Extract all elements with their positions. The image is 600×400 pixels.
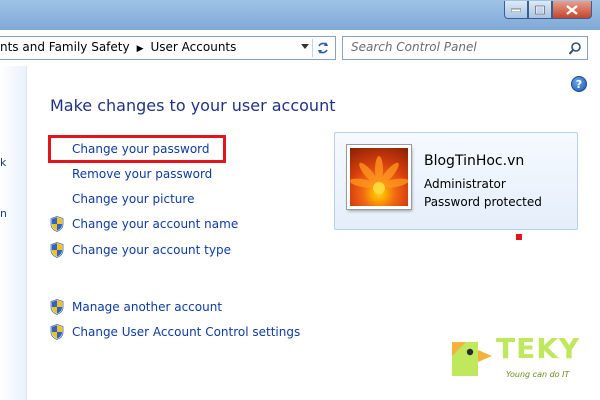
left-pane-text[interactable]: n <box>0 207 7 220</box>
breadcrumb: nts and Family Safety ▶ User Accounts <box>0 40 236 54</box>
uac-shield-icon <box>50 299 64 315</box>
uac-shield-icon <box>50 324 64 340</box>
uac-settings-link[interactable]: Change User Account Control settings <box>72 325 300 339</box>
address-bar[interactable]: nts and Family Safety ▶ User Accounts <box>0 36 336 60</box>
page-title: Make changes to your user account <box>50 96 336 115</box>
content-area: k n ? Make changes to your user account … <box>0 66 600 400</box>
teky-tagline: Young can do IT <box>506 370 570 379</box>
dropdown-arrow-icon[interactable] <box>301 44 309 49</box>
manage-another-account-link[interactable]: Manage another account <box>72 300 222 314</box>
minimize-button[interactable] <box>504 1 528 19</box>
close-button[interactable] <box>552 1 592 19</box>
title-bar <box>0 0 600 30</box>
left-navigation-pane: k n <box>0 66 27 400</box>
breadcrumb-item-family-safety[interactable]: nts and Family Safety <box>0 40 130 54</box>
change-picture-link[interactable]: Change your picture <box>72 192 194 206</box>
uac-shield-icon <box>50 216 64 232</box>
search-input[interactable] <box>351 40 551 54</box>
uac-shield-icon <box>50 242 64 258</box>
teky-logo: TEKY Young can do IT <box>448 332 581 386</box>
teky-duck-logo <box>452 342 492 376</box>
maximize-button[interactable] <box>528 1 552 19</box>
user-avatar[interactable] <box>347 145 411 209</box>
search-box <box>342 36 588 60</box>
help-icon[interactable]: ? <box>571 76 587 92</box>
change-account-type-link[interactable]: Change your account type <box>72 243 231 257</box>
maximize-icon <box>535 5 545 14</box>
search-icon[interactable] <box>569 42 581 55</box>
refresh-icon <box>318 42 328 54</box>
user-account-tile: BlogTinHoc.vn Administrator Password pro… <box>334 132 578 230</box>
user-name: BlogTinHoc.vn <box>424 153 525 169</box>
refresh-button[interactable] <box>312 39 333 57</box>
close-icon <box>566 4 578 15</box>
user-password-status: Password protected <box>424 195 542 209</box>
breadcrumb-separator-icon[interactable]: ▶ <box>137 44 144 54</box>
minimize-icon <box>511 8 521 12</box>
breadcrumb-item-user-accounts[interactable]: User Accounts <box>151 40 237 54</box>
user-role: Administrator <box>424 177 506 191</box>
window-controls <box>504 1 592 19</box>
remove-password-link[interactable]: Remove your password <box>72 167 212 181</box>
teky-brand-text: TEKY <box>496 332 581 365</box>
left-pane-text[interactable]: k <box>0 156 6 169</box>
red-marker <box>516 234 522 240</box>
change-password-link[interactable]: Change your password <box>72 142 210 156</box>
change-account-name-link[interactable]: Change your account name <box>72 217 238 231</box>
user-avatar-flower <box>350 156 408 194</box>
